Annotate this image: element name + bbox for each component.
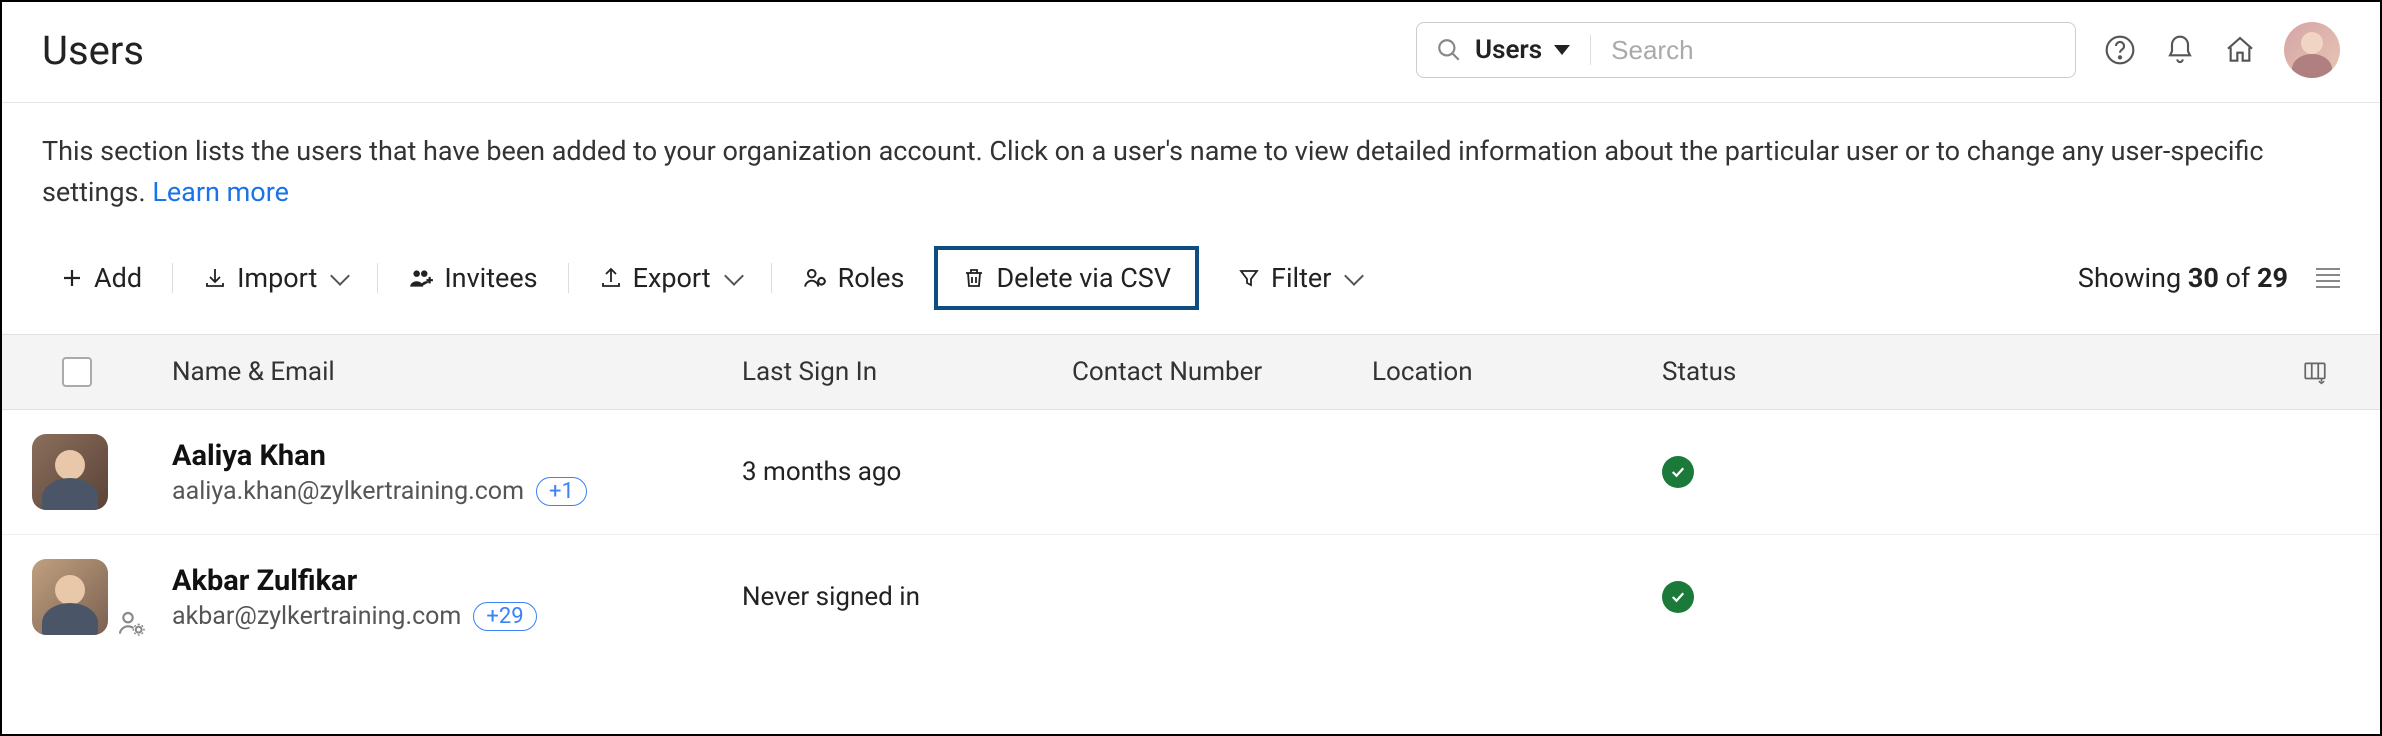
page-title: Users: [42, 27, 144, 74]
user-email: aaliya.khan@zylkertraining.com: [172, 477, 524, 506]
column-location-header[interactable]: Location: [1372, 357, 1662, 387]
filter-label: Filter: [1271, 262, 1331, 294]
roles-label: Roles: [838, 262, 905, 294]
user-name-cell: Aaliya Khan aaliya.khan@zylkertraining.c…: [172, 439, 742, 506]
description-text: This section lists the users that have b…: [42, 135, 2264, 208]
invitees-button[interactable]: Invitees: [400, 258, 545, 298]
bell-icon[interactable]: [2164, 34, 2196, 66]
status-active-icon: [1662, 581, 1694, 613]
column-settings-icon[interactable]: [2290, 359, 2340, 385]
profile-avatar[interactable]: [2284, 22, 2340, 78]
toolbar-separator: [568, 263, 569, 293]
caret-down-icon: [1554, 45, 1570, 55]
user-avatar-cell: [32, 434, 172, 510]
delete-via-csv-button[interactable]: Delete via CSV: [934, 246, 1199, 310]
roles-button[interactable]: Roles: [794, 258, 913, 298]
user-name[interactable]: Aaliya Khan: [172, 439, 742, 473]
user-email-row: aaliya.khan@zylkertraining.com +1: [172, 477, 742, 506]
column-status-header[interactable]: Status: [1662, 357, 2290, 387]
help-icon[interactable]: [2104, 34, 2136, 66]
toolbar-separator: [172, 263, 173, 293]
status-active-icon: [1662, 456, 1694, 488]
home-icon[interactable]: [2224, 34, 2256, 66]
count-badge[interactable]: +29: [473, 602, 536, 631]
column-contact-header[interactable]: Contact Number: [1072, 357, 1372, 387]
column-checkbox: [62, 357, 172, 387]
learn-more-link[interactable]: Learn more: [152, 176, 289, 208]
invitees-label: Invitees: [444, 262, 537, 294]
status-cell: [1662, 456, 2340, 488]
user-avatar: [32, 434, 108, 510]
toolbar-separator: [771, 263, 772, 293]
showing-total: 29: [2257, 262, 2288, 294]
toolbar-separator: [377, 263, 378, 293]
showing-prefix: Showing: [2078, 262, 2188, 294]
table-row[interactable]: Aaliya Khan aaliya.khan@zylkertraining.c…: [2, 410, 2380, 535]
user-name-cell: Akbar Zulfikar akbar@zylkertraining.com …: [172, 564, 742, 631]
export-button[interactable]: Export: [591, 258, 749, 298]
user-name[interactable]: Akbar Zulfikar: [172, 564, 742, 598]
add-label: Add: [94, 262, 142, 294]
header: Users Users: [2, 2, 2380, 103]
count-badge[interactable]: +1: [536, 477, 587, 506]
select-all-checkbox[interactable]: [62, 357, 92, 387]
user-email-row: akbar@zylkertraining.com +29: [172, 602, 742, 631]
toolbar: Add Import Invitees Export Roles Delete …: [2, 220, 2380, 334]
signin-cell: 3 months ago: [742, 457, 1072, 487]
section-description: This section lists the users that have b…: [2, 103, 2380, 220]
admin-gear-icon: [116, 607, 148, 639]
table-header: Name & Email Last Sign In Contact Number…: [2, 334, 2380, 410]
showing-counter: Showing 30 of 29: [2078, 262, 2288, 294]
search-scope-selector[interactable]: Users: [1475, 35, 1591, 65]
table-row[interactable]: Akbar Zulfikar akbar@zylkertraining.com …: [2, 535, 2380, 659]
header-right: Users: [1416, 22, 2340, 78]
user-avatar: [32, 559, 108, 635]
search-scope-label: Users: [1475, 35, 1542, 65]
import-label: Import: [237, 262, 317, 294]
filter-button[interactable]: Filter: [1229, 258, 1369, 298]
density-icon[interactable]: [2316, 268, 2340, 288]
user-email: akbar@zylkertraining.com: [172, 602, 461, 631]
chevron-down-icon: [330, 266, 350, 286]
search-icon: [1433, 34, 1465, 66]
signin-cell: Never signed in: [742, 582, 1072, 612]
search-container[interactable]: Users: [1416, 22, 2076, 78]
delete-csv-label: Delete via CSV: [996, 262, 1171, 294]
add-button[interactable]: Add: [52, 258, 150, 298]
column-name-header[interactable]: Name & Email: [172, 357, 742, 387]
showing-of: of: [2219, 262, 2257, 294]
showing-count: 30: [2188, 262, 2219, 294]
export-label: Export: [633, 262, 711, 294]
chevron-down-icon: [724, 266, 744, 286]
user-avatar-cell: [32, 559, 172, 635]
column-signin-header[interactable]: Last Sign In: [742, 357, 1072, 387]
search-input[interactable]: [1611, 35, 2059, 66]
import-button[interactable]: Import: [195, 258, 355, 298]
chevron-down-icon: [1344, 266, 1364, 286]
status-cell: [1662, 581, 2340, 613]
